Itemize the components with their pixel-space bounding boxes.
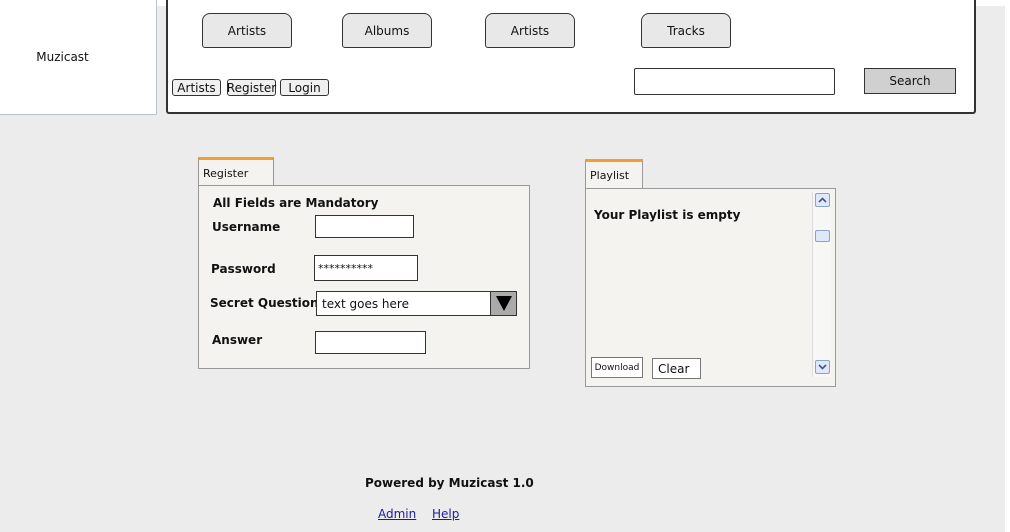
- username-field[interactable]: [315, 215, 414, 238]
- dropdown-arrow-icon[interactable]: [490, 292, 516, 315]
- logo-box: Muzicast: [0, 0, 157, 115]
- playlist-panel-tab[interactable]: Playlist: [585, 159, 643, 188]
- playlist-empty-text: Your Playlist is empty: [594, 208, 741, 222]
- brand-logo: Muzicast: [36, 50, 89, 64]
- artists-button[interactable]: Artists: [172, 79, 221, 96]
- admin-link[interactable]: Admin: [378, 507, 416, 521]
- search-button[interactable]: Search: [864, 68, 956, 94]
- search-input[interactable]: [634, 68, 835, 95]
- tab-artists-2[interactable]: Artists: [485, 13, 575, 48]
- powered-by-text: Powered by Muzicast 1.0: [365, 476, 534, 490]
- login-button[interactable]: Login: [280, 79, 329, 96]
- secret-question-label: Secret Question: [210, 296, 319, 310]
- secret-question-value: text goes here: [322, 296, 409, 311]
- scroll-thumb[interactable]: [815, 230, 830, 242]
- scroll-down-icon[interactable]: [815, 360, 830, 374]
- playlist-scrollbar[interactable]: [812, 192, 831, 377]
- password-label: Password: [211, 262, 276, 276]
- answer-field[interactable]: [315, 331, 426, 354]
- tab-tracks[interactable]: Tracks: [641, 13, 731, 48]
- register-panel-tab[interactable]: Register: [198, 157, 274, 186]
- register-button[interactable]: Register: [227, 79, 276, 96]
- tab-albums[interactable]: Albums: [342, 13, 432, 48]
- scroll-up-icon[interactable]: [815, 193, 830, 207]
- clear-button[interactable]: Clear: [652, 358, 701, 379]
- password-field[interactable]: **********: [314, 255, 418, 281]
- secret-question-select[interactable]: text goes here: [316, 291, 517, 316]
- help-link[interactable]: Help: [432, 507, 459, 521]
- tab-artists[interactable]: Artists: [202, 13, 292, 48]
- username-label: Username: [212, 220, 281, 234]
- download-button[interactable]: Download: [591, 357, 643, 378]
- answer-label: Answer: [212, 333, 263, 347]
- mandatory-notice: All Fields are Mandatory: [213, 196, 379, 210]
